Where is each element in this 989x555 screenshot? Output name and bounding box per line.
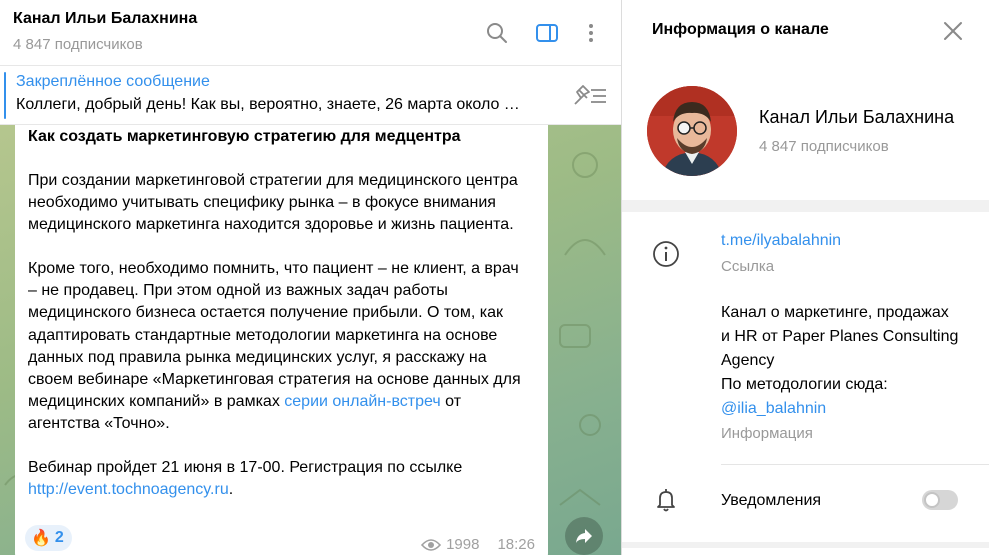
pinned-message-bar[interactable]: Закреплённое сообщение Коллеги, добрый д… bbox=[0, 66, 621, 125]
channel-description-label: Информация bbox=[721, 425, 813, 442]
more-vertical-icon[interactable] bbox=[577, 19, 605, 47]
info-header-card: Информация о канале Канал Ильи Балахнина… bbox=[622, 0, 989, 200]
fire-emoji-icon: 🔥 bbox=[31, 530, 51, 547]
chat-header[interactable]: Канал Ильи Балахнина 4 847 подписчиков bbox=[0, 0, 621, 66]
registration-link[interactable]: http://event.tochnoagency.ru bbox=[28, 481, 229, 498]
unpin-list-icon[interactable] bbox=[571, 82, 609, 110]
series-link[interactable]: серии онлайн-встреч bbox=[284, 393, 440, 410]
chat-subscriber-count: 4 847 подписчиков bbox=[13, 36, 143, 53]
message-paragraph-2: Кроме того, необходимо помнить, что паци… bbox=[28, 258, 528, 435]
channel-info-panel: Информация о канале Канал Ильи Балахнина… bbox=[621, 0, 989, 555]
message-paragraph-1: При создании маркетинговой стратегии для… bbox=[28, 172, 518, 234]
eye-icon bbox=[421, 538, 442, 551]
view-count: 1998 bbox=[446, 536, 480, 553]
message-paragraph-2-text: Кроме того, необходимо помнить, что паци… bbox=[28, 260, 521, 410]
message-paragraph-3: Вебинар пройдет 21 июня в 17-00. Регистр… bbox=[28, 457, 528, 501]
search-icon[interactable] bbox=[483, 19, 511, 47]
info-panel-title: Информация о канале bbox=[652, 21, 829, 38]
channel-link[interactable]: t.me/ilyabalahnin bbox=[721, 232, 841, 250]
message-paragraph-3-text: Вебинар пройдет 21 июня в 17-00. Регистр… bbox=[28, 459, 463, 477]
info-next-card bbox=[622, 548, 989, 555]
info-icon bbox=[652, 240, 680, 268]
channel-name: Канал Ильи Балахнина bbox=[759, 107, 955, 127]
description-mention-link[interactable]: @ilia_balahnin bbox=[721, 400, 826, 417]
reaction-count: 2 bbox=[54, 529, 64, 546]
channel-description-text: Канал о маркетинге, продажах и HR от Pap… bbox=[721, 304, 959, 393]
toggle-knob bbox=[924, 492, 940, 508]
reaction-chip[interactable]: 🔥 2 bbox=[25, 525, 72, 551]
message-heading: Как создать маркетинговую стратегию для … bbox=[28, 128, 461, 145]
channel-subscriber-count: 4 847 подписчиков bbox=[759, 138, 889, 155]
channel-link-label: Ссылка bbox=[721, 258, 775, 275]
pinned-title: Закреплённое сообщение bbox=[16, 73, 210, 90]
divider bbox=[721, 464, 989, 465]
forward-button[interactable] bbox=[565, 517, 603, 555]
message-meta: 1998 18:26 bbox=[421, 536, 535, 553]
message-body: При создании маркетинговой стратегии для… bbox=[28, 170, 528, 523]
chat-column: Канал Ильи Балахнина 4 847 подписчиков З… bbox=[0, 0, 621, 555]
avatar[interactable] bbox=[647, 86, 737, 176]
chat-title[interactable]: Канал Ильи Балахнина bbox=[13, 10, 197, 28]
channel-description: Канал о маркетинге, продажах и HR от Pap… bbox=[721, 301, 961, 421]
sidebar-toggle-icon[interactable] bbox=[533, 19, 561, 47]
info-details-card: t.me/ilyabalahnin Ссылка Канал о маркети… bbox=[622, 212, 989, 542]
pinned-text: Коллеги, добрый день! Как вы, вероятно, … bbox=[16, 96, 520, 113]
pinned-indicator bbox=[4, 72, 6, 119]
message-time: 18:26 bbox=[497, 536, 535, 553]
close-icon[interactable] bbox=[940, 18, 966, 44]
notifications-label: Уведомления bbox=[721, 492, 822, 509]
bell-icon bbox=[652, 486, 680, 514]
message-paragraph-3-end: . bbox=[228, 481, 234, 499]
message-bubble[interactable]: Как создать маркетинговую стратегию для … bbox=[15, 125, 548, 555]
forward-arrow-icon bbox=[576, 529, 592, 543]
notifications-toggle[interactable] bbox=[922, 490, 958, 510]
